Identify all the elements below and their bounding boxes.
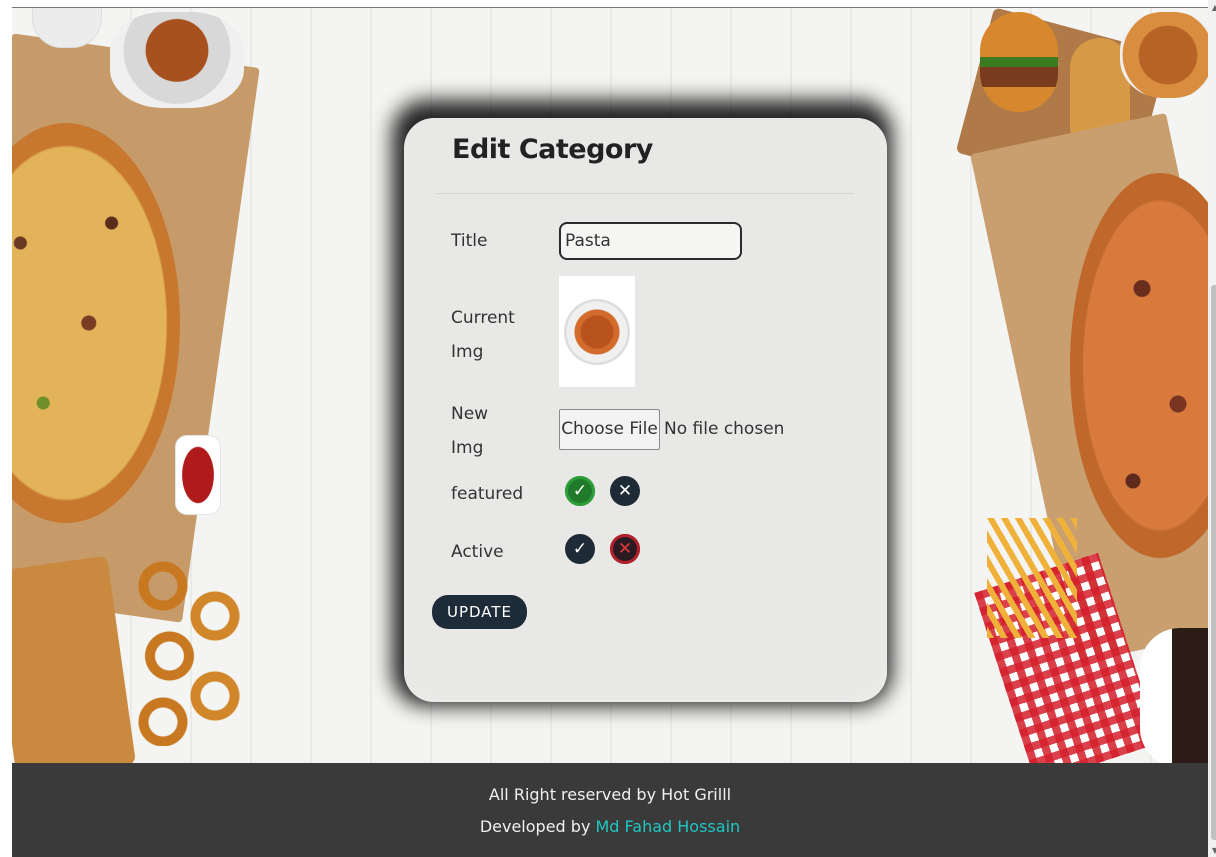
page: Edit Category Title Current Img New Img … <box>0 0 1216 857</box>
footer-credit: Developed by Md Fahad Hossain <box>12 817 1208 836</box>
scroll-thumb[interactable] <box>1211 285 1216 840</box>
title-label: Title <box>451 231 488 251</box>
active-label: Active <box>451 542 504 562</box>
footer-copyright: All Right reserved by Hot Grilll <box>488 785 732 804</box>
title-input[interactable] <box>559 222 742 260</box>
card-header: Edit Category <box>436 118 854 194</box>
onion-rings <box>124 546 254 746</box>
french-fries <box>987 518 1077 638</box>
featured-no-radio-icon[interactable]: ✕ <box>610 476 640 506</box>
active-no-radio-icon[interactable]: ✕ <box>610 534 640 564</box>
burger <box>980 12 1058 112</box>
current-image-thumbnail <box>559 276 635 387</box>
active-yes-radio-icon[interactable]: ✓ <box>565 534 595 564</box>
current-img-label-line2: Img <box>451 342 484 362</box>
page-title: Edit Category <box>452 134 653 165</box>
file-status-text: No file chosen <box>664 419 785 439</box>
drink-cup-right <box>1140 628 1208 763</box>
choose-file-button[interactable]: Choose File <box>559 409 660 450</box>
featured-label: featured <box>451 484 524 504</box>
pasta-plate-image <box>564 298 630 365</box>
scroll-down-icon[interactable]: ▼ <box>1208 843 1216 857</box>
new-img-label-line2: Img <box>451 438 484 458</box>
update-button[interactable]: UPDATE <box>432 595 527 629</box>
scroll-up-icon[interactable]: ▲ <box>1208 0 1216 14</box>
footer: All Right reserved by Hot Grilll Develop… <box>12 763 1208 857</box>
featured-yes-radio-icon[interactable]: ✓ <box>565 476 595 506</box>
current-img-label-line1: Current <box>451 308 515 328</box>
developer-link[interactable]: Md Fahad Hossain <box>596 817 741 836</box>
edit-category-form: Edit Category Title Current Img New Img … <box>404 118 887 702</box>
fried-chicken-right <box>1120 12 1208 98</box>
footer-developed-by: Developed by <box>479 817 591 836</box>
chicken-wings <box>110 12 244 108</box>
ketchup-dip-left <box>175 435 221 515</box>
scrollbar[interactable]: ▲ ▼ <box>1208 0 1216 857</box>
new-img-label-line1: New <box>451 404 489 424</box>
